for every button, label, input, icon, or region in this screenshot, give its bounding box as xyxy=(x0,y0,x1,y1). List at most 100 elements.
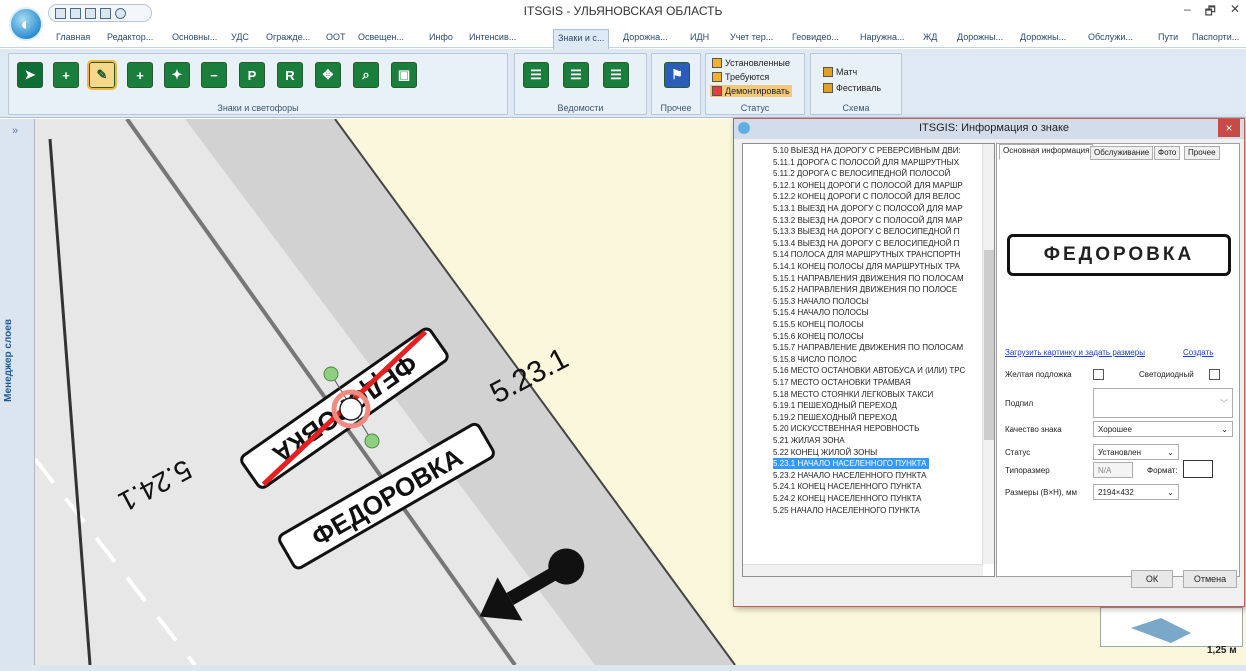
tree-item[interactable]: 5.25 НАЧАЛО НАСЕЛЕННОГО ПУНКТА xyxy=(773,505,920,516)
tab-signs[interactable]: Знаки и с... xyxy=(553,29,610,49)
tab-editor[interactable]: Редактор... xyxy=(107,32,153,42)
tree-item[interactable]: 5.15.7 НАПРАВЛЕНИЕ ДВИЖЕНИЯ ПО ПОЛОСАМ xyxy=(773,342,963,353)
layer-manager-panel[interactable]: » Менеджер слоев xyxy=(0,119,35,665)
add-sign-button[interactable]: + xyxy=(53,62,79,88)
tree-item[interactable]: 5.16 МЕСТО ОСТАНОВКИ АВТОБУСА И (ИЛИ) ТР… xyxy=(773,365,965,376)
tab-other[interactable]: Прочее xyxy=(1184,146,1220,160)
tab-info[interactable]: Инфо xyxy=(429,32,453,42)
tree-item[interactable]: 5.11.1 ДОРОГА С ПОЛОСОЙ ДЛЯ МАРШРУТНЫХ xyxy=(773,157,959,168)
tab-lighting[interactable]: Освещен... xyxy=(358,32,404,42)
tree-item[interactable]: 5.18 МЕСТО СТОЯНКИ ЛЕГКОВЫХ ТАКСИ xyxy=(773,389,933,400)
sign-move-button[interactable]: ✥ xyxy=(315,62,341,88)
tree-item[interactable]: 5.14.1 КОНЕЦ ПОЛОСЫ ДЛЯ МАРШРУТНЫХ ТРА xyxy=(773,261,960,272)
sign-tree[interactable]: 5.10 ВЫЕЗД НА ДОРОГУ С РЕВЕРСИВНЫМ ДВИ: 5… xyxy=(742,143,995,577)
pole-marker[interactable] xyxy=(339,397,363,421)
upload-image-link[interactable]: Загрузить картинку и задать размеры xyxy=(1005,348,1145,357)
close-button[interactable]: ✕ xyxy=(1230,2,1240,23)
yellow-bg-checkbox[interactable] xyxy=(1093,369,1104,380)
tab-road-2[interactable]: Дорожны... xyxy=(957,32,1003,42)
tree-item[interactable]: 5.10 ВЫЕЗД НА ДОРОГУ С РЕВЕРСИВНЫМ ДВИ: xyxy=(773,145,961,156)
select-tool-button[interactable]: ➤ xyxy=(17,62,43,88)
collapse-chevron-icon[interactable]: » xyxy=(12,125,18,137)
minimap[interactable] xyxy=(1100,607,1243,647)
tree-item[interactable]: 5.14 ПОЛОСА ДЛЯ МАРШРУТНЫХ ТРАНСПОРТН xyxy=(773,249,960,260)
tree-item[interactable]: 5.23.2 НАЧАЛО НАСЕЛЕННОГО ПУНКТА xyxy=(773,470,926,481)
ok-button[interactable]: ОК xyxy=(1131,570,1173,588)
quality-select[interactable]: Хорошее ⌄ xyxy=(1093,421,1233,437)
cancel-button[interactable]: Отмена xyxy=(1183,570,1237,588)
sign-props-button[interactable]: P xyxy=(239,62,265,88)
tab-service[interactable]: Обслужи... xyxy=(1088,32,1133,42)
tree-item[interactable]: 5.15.8 ЧИСЛО ПОЛОС xyxy=(773,354,857,365)
format-icon[interactable] xyxy=(1183,460,1213,478)
tab-outdoor[interactable]: Наружна... xyxy=(860,32,905,42)
tab-paths[interactable]: Пути xyxy=(1158,32,1178,42)
tab-main[interactable]: Главная xyxy=(56,32,90,42)
schema-festival[interactable]: Фестиваль xyxy=(821,82,883,94)
sheet-3-button[interactable]: ☰ xyxy=(603,62,629,88)
tab-idn[interactable]: ИДН xyxy=(690,32,709,42)
tree-item[interactable]: 5.13.1 ВЫЕЗД НА ДОРОГУ С ПОЛОСОЙ ДЛЯ МАР xyxy=(773,203,963,214)
tree-item[interactable]: 5.15.5 КОНЕЦ ПОЛОСЫ xyxy=(773,319,864,330)
tree-item[interactable]: 5.13.2 ВЫЕЗД НА ДОРОГУ С ПОЛОСОЙ ДЛЯ МАР xyxy=(773,215,963,226)
tree-item[interactable]: 5.13.3 ВЫЕЗД НА ДОРОГУ С ВЕЛОСИПЕДНОЙ П xyxy=(773,226,959,237)
dialog-close-button[interactable]: × xyxy=(1218,119,1240,137)
app-menu-button[interactable]: ◐ xyxy=(9,7,43,41)
sheet-1-button[interactable]: ☰ xyxy=(523,62,549,88)
tab-oot[interactable]: ООТ xyxy=(326,32,346,42)
tree-item[interactable]: 5.20 ИСКУССТВЕННАЯ НЕРОВНОСТЬ xyxy=(773,423,919,434)
tree-item[interactable]: 5.15.2 НАПРАВЛЕНИЯ ДВИЖЕНИЯ ПО ПОЛОСЕ xyxy=(773,284,957,295)
sign-rotate-button[interactable]: R xyxy=(277,62,303,88)
dims-select[interactable]: 2194×432 ⌄ xyxy=(1093,484,1179,500)
tab-service[interactable]: Обслуживание xyxy=(1090,146,1154,160)
tab-intensity[interactable]: Интенсив... xyxy=(469,32,516,42)
minimize-button[interactable]: – xyxy=(1184,2,1191,23)
tree-item[interactable]: 5.15.3 НАЧАЛО ПОЛОСЫ xyxy=(773,296,869,307)
tree-item[interactable]: 5.17 МЕСТО ОСТАНОВКИ ТРАМВАЯ xyxy=(773,377,911,388)
tab-photo[interactable]: Фото xyxy=(1154,146,1181,160)
tab-geovideo[interactable]: Геовидео... xyxy=(792,32,839,42)
crosswalk-button[interactable]: ⚑ xyxy=(664,62,690,88)
pole-node-top[interactable] xyxy=(323,366,339,382)
tree-item[interactable]: 5.24.2 КОНЕЦ НАСЕЛЕННОГО ПУНКТА xyxy=(773,493,921,504)
edit-sign-button[interactable]: ✎ xyxy=(87,60,117,90)
tree-item[interactable]: 5.15.4 НАЧАЛО ПОЛОСЫ xyxy=(773,307,869,318)
tab-passport[interactable]: Паспорти... xyxy=(1192,32,1239,42)
tree-hscrollbar[interactable] xyxy=(743,564,983,576)
schema-match[interactable]: Матч xyxy=(821,66,859,78)
tree-item[interactable]: 5.21 ЖИЛАЯ ЗОНА xyxy=(773,435,845,446)
status-dismantle[interactable]: Демонтировать xyxy=(710,85,792,97)
layer-manager-label[interactable]: Менеджер слоев xyxy=(3,319,14,402)
tab-road[interactable]: Дорожна... xyxy=(623,32,668,42)
tree-item[interactable]: 5.23.1 НАЧАЛО НАСЕЛЕННОГО ПУНКТА xyxy=(773,458,930,470)
tree-item[interactable]: 5.13.4 ВЫЕЗД НА ДОРОГУ С ВЕЛОСИПЕДНОЙ П xyxy=(773,238,959,249)
pole-node-bottom[interactable] xyxy=(364,433,380,449)
status-select[interactable]: Установлен ⌄ xyxy=(1093,444,1179,460)
sheet-2-button[interactable]: ☰ xyxy=(563,62,589,88)
tree-item[interactable]: 5.19.2 ПЕШЕХОДНЫЙ ПЕРЕХОД xyxy=(773,412,897,423)
create-link[interactable]: Создать xyxy=(1183,348,1213,357)
maximize-button[interactable]: 🗗 xyxy=(1205,2,1216,23)
status-required[interactable]: Требуются xyxy=(710,71,771,83)
tab-uds[interactable]: УДС xyxy=(231,32,249,42)
tab-basic[interactable]: Основны... xyxy=(172,32,217,42)
tab-main-info[interactable]: Основная информация xyxy=(999,144,1094,160)
sign-photo-button[interactable]: ▣ xyxy=(391,62,417,88)
add-pole-button[interactable]: + xyxy=(127,62,153,88)
tree-vscrollbar[interactable] xyxy=(982,144,994,564)
tree-item[interactable]: 5.11.2 ДОРОГА С ВЕЛОСИПЕДНОЙ ПОЛОСОЙ xyxy=(773,168,950,179)
tree-scroll-thumb[interactable] xyxy=(984,250,994,440)
tab-railway[interactable]: ЖД xyxy=(923,32,937,42)
tree-item[interactable]: 5.12.2 КОНЕЦ ДОРОГИ С ПОЛОСОЙ ДЛЯ ВЕЛОС xyxy=(773,191,961,202)
dialog-titlebar[interactable]: ITSGIS: Информация о знаке × xyxy=(734,119,1244,139)
tree-item[interactable]: 5.19.1 ПЕШЕХОДНЫЙ ПЕРЕХОД xyxy=(773,400,897,411)
sign-wizard-button[interactable]: ✦ xyxy=(164,62,190,88)
tree-item[interactable]: 5.15.6 КОНЕЦ ПОЛОСЫ xyxy=(773,331,864,342)
tab-accounting[interactable]: Учет тер... xyxy=(730,32,773,42)
led-checkbox[interactable] xyxy=(1209,369,1220,380)
delete-sign-button[interactable]: − xyxy=(201,62,227,88)
status-installed[interactable]: Установленные xyxy=(710,57,792,69)
tab-fences[interactable]: Огражде... xyxy=(266,32,310,42)
caption-field[interactable]: ﹀ xyxy=(1093,388,1233,418)
tree-item[interactable]: 5.15.1 НАПРАВЛЕНИЯ ДВИЖЕНИЯ ПО ПОЛОСАМ xyxy=(773,273,964,284)
